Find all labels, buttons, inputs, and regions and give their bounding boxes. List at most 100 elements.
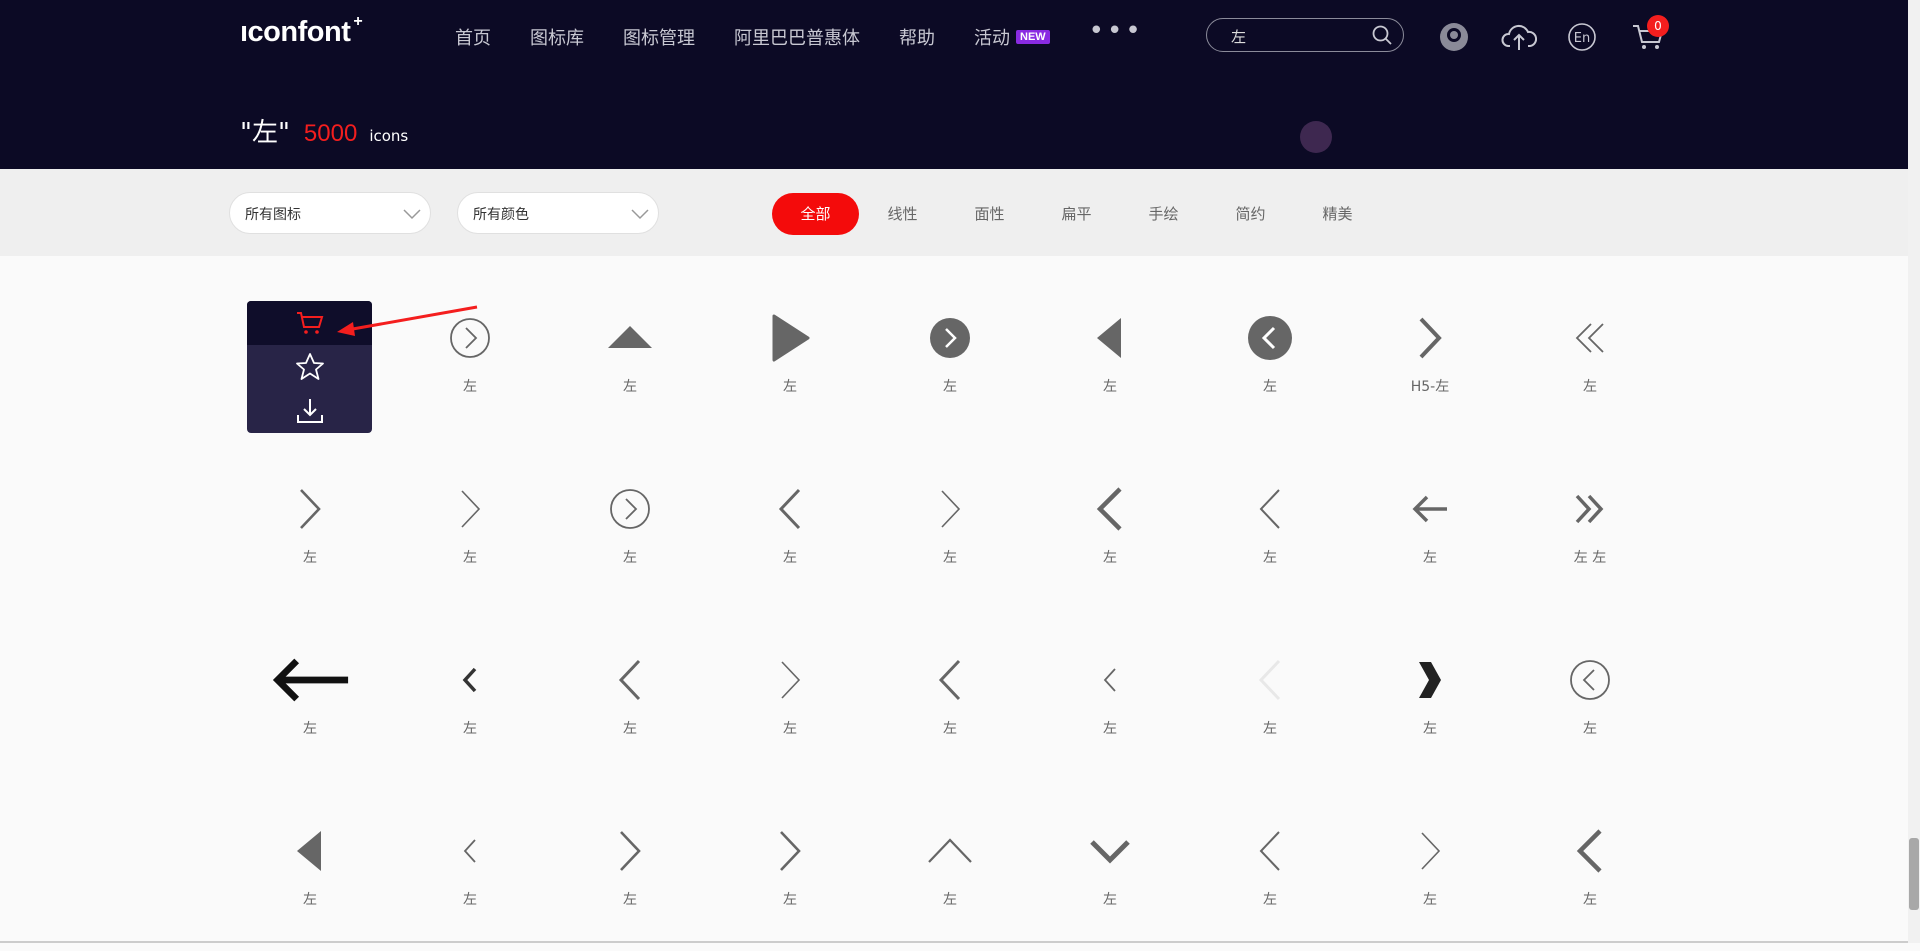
icon-label: 左 [1103, 721, 1117, 737]
icon-label: 左 [623, 721, 637, 737]
icon-card[interactable]: 左 [1045, 630, 1175, 780]
icon-card[interactable]: 左 [565, 801, 695, 951]
more-menu-button[interactable]: ••• [1089, 16, 1144, 46]
tab-handdrawn[interactable]: 手绘 [1120, 193, 1207, 235]
icon-label: 左 [943, 379, 957, 395]
download-icon [296, 399, 323, 423]
icon-label: 左 [1423, 892, 1437, 908]
icon-label: 左 [463, 892, 477, 908]
download-button[interactable] [247, 389, 372, 433]
tab-simple[interactable]: 简约 [1207, 193, 1294, 235]
icon-card[interactable]: 左 [245, 630, 375, 780]
icon-label: 左 [783, 892, 797, 908]
iconfont-logo[interactable]: ıconfont + [240, 13, 363, 49]
icon-card[interactable]: 左 [1045, 459, 1175, 609]
style-tabs: 全部 线性 面性 扁平 手绘 简约 精美 [772, 193, 1381, 235]
nav-help[interactable]: 帮助 [899, 24, 935, 50]
chevron-right-thin-icon [750, 650, 830, 710]
triangle-up-icon [590, 308, 670, 368]
nav-alibaba-font[interactable]: 阿里巴巴普惠体 [734, 24, 860, 50]
icon-card[interactable]: 左 [1205, 288, 1335, 438]
icon-card[interactable]: 左 [1525, 801, 1655, 951]
icon-card[interactable]: 左 [1365, 630, 1495, 780]
chevron-up-icon [910, 821, 990, 881]
tab-exquisite[interactable]: 精美 [1294, 193, 1381, 235]
chevron-left-bold-icon [1550, 821, 1630, 881]
icon-card[interactable]: 左 [1205, 801, 1335, 951]
chevron-right-thin-icon [910, 479, 990, 539]
main-nav: 首页 图标库 图标管理 阿里巴巴普惠体 帮助 活动 NEW ••• [455, 16, 1144, 52]
chevron-down-icon [403, 209, 421, 220]
decoration-dot [1300, 121, 1332, 153]
icon-card[interactable]: 左 [725, 288, 855, 438]
search-icon[interactable] [1371, 24, 1393, 46]
chevron-left-faint-icon [1230, 650, 1310, 710]
upload-cloud-icon[interactable] [1501, 21, 1537, 53]
icon-card[interactable]: 左 [245, 459, 375, 609]
icon-label: 左 左 [1573, 550, 1607, 566]
icon-card[interactable]: 左 [1205, 630, 1335, 780]
icon-card[interactable]: 左 [405, 459, 535, 609]
circle-chevron-left-filled-icon [1230, 308, 1310, 368]
icon-card[interactable]: 左 [1525, 288, 1655, 438]
icon-card[interactable]: 左 [565, 630, 695, 780]
favorite-button[interactable] [247, 345, 372, 389]
chevron-left-bold-icon [1070, 479, 1150, 539]
icon-card[interactable]: 左 [565, 288, 695, 438]
icon-card[interactable]: 左 [725, 801, 855, 951]
icon-card[interactable]: 左 [245, 801, 375, 951]
triangle-left-icon [270, 821, 350, 881]
icon-card[interactable]: 左 [885, 459, 1015, 609]
language-en-icon[interactable]: En [1567, 22, 1597, 52]
nav-icon-management[interactable]: 图标管理 [623, 24, 695, 50]
cart-icon [296, 312, 323, 334]
vertical-scrollbar[interactable] [1908, 0, 1920, 943]
icon-card[interactable]: 左 [1365, 801, 1495, 951]
tab-surface[interactable]: 面性 [946, 193, 1033, 235]
chevron-right-thin-icon [430, 479, 510, 539]
nav-icon-library[interactable]: 图标库 [530, 24, 584, 50]
user-avatar-icon[interactable] [1438, 21, 1470, 53]
chevron-down-bold-icon [1070, 821, 1150, 881]
chevron-left-small-bold-icon [430, 650, 510, 710]
icon-color-select[interactable]: 所有颜色 [457, 192, 659, 234]
scrollbar-thumb[interactable] [1909, 838, 1919, 910]
chevron-right-icon [590, 821, 670, 881]
tab-linear[interactable]: 线性 [859, 193, 946, 235]
chevron-right-thin-icon [1390, 821, 1470, 881]
icon-label: 左 [463, 550, 477, 566]
icon-card[interactable]: H5-左 [1365, 288, 1495, 438]
icon-card[interactable]: 左 [405, 801, 535, 951]
icon-card[interactable]: 左 [565, 459, 695, 609]
icon-card[interactable]: 左 [1205, 459, 1335, 609]
icon-card[interactable]: 左 [1045, 288, 1175, 438]
nav-activity[interactable]: 活动 NEW [974, 24, 1050, 50]
nav-home[interactable]: 首页 [455, 24, 491, 50]
icon-card[interactable]: 左 [885, 630, 1015, 780]
icon-card[interactable]: 左 [405, 630, 535, 780]
result-query: "左" [240, 118, 290, 148]
icon-label: 左 [303, 550, 317, 566]
double-chevron-left-icon [1550, 308, 1630, 368]
search-input[interactable] [1229, 25, 1363, 47]
icon-card[interactable]: 左 [1045, 801, 1175, 951]
new-badge: NEW [1016, 30, 1050, 44]
icon-card[interactable]: 左 [1525, 630, 1655, 780]
icon-label: 左 [1263, 550, 1277, 566]
star-icon [295, 353, 324, 380]
icon-card[interactable]: 左 [1365, 459, 1495, 609]
icon-card[interactable]: 左 左 [1525, 459, 1655, 609]
chevron-down-icon [631, 209, 649, 220]
tab-flat[interactable]: 扁平 [1033, 193, 1120, 235]
icon-label: 左 [303, 892, 317, 908]
arrow-left-heavy-icon [270, 650, 350, 710]
icon-type-select[interactable]: 所有图标 [229, 192, 431, 234]
tab-all[interactable]: 全部 [772, 193, 859, 235]
icon-card[interactable]: 左 [885, 288, 1015, 438]
chevron-right-icon [270, 479, 350, 539]
icon-card[interactable]: 左 [885, 801, 1015, 951]
play-right-icon [750, 308, 830, 368]
icon-card[interactable]: 左 [725, 630, 855, 780]
chevron-left-small-thin-icon [430, 821, 510, 881]
icon-card[interactable]: 左 [725, 459, 855, 609]
